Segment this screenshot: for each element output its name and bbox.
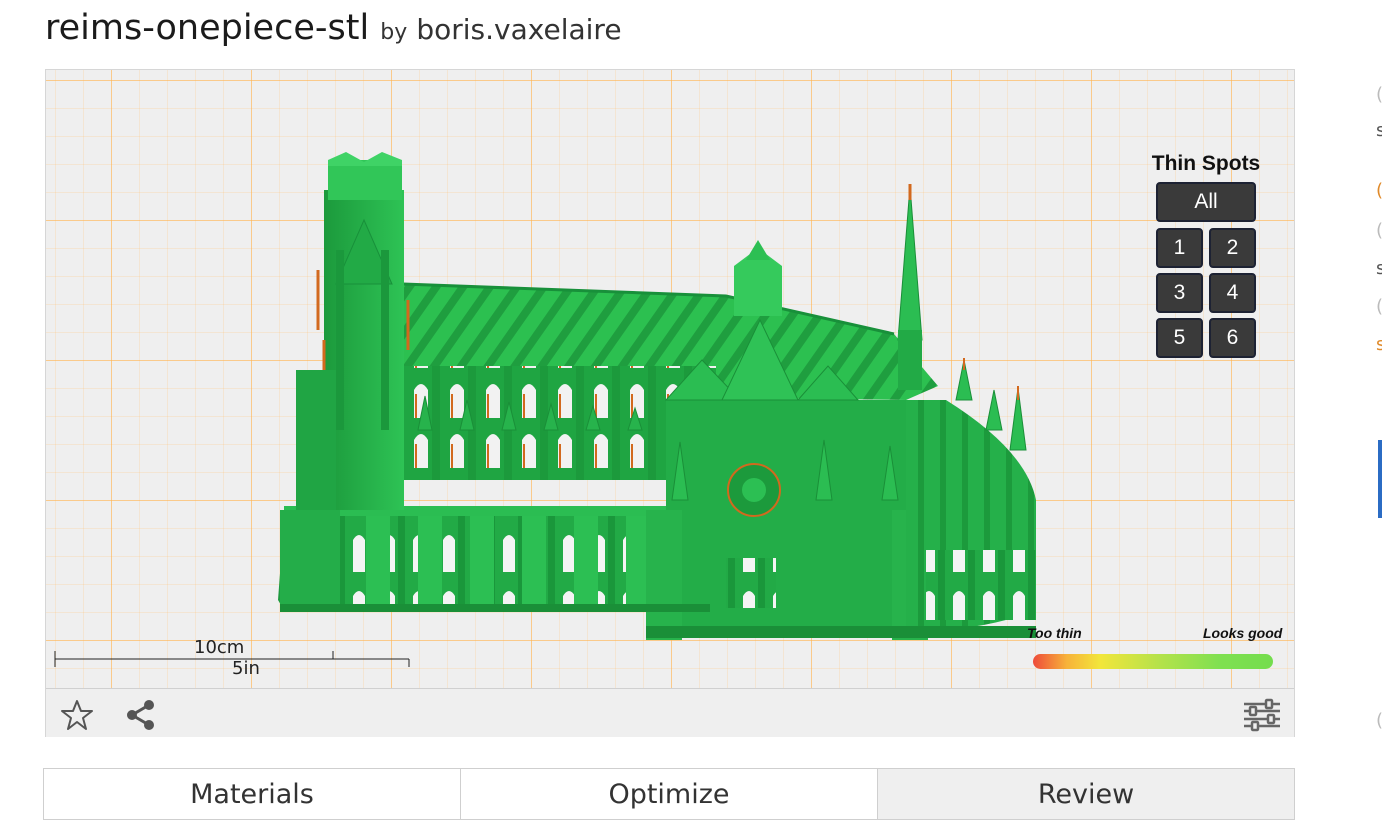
star-icon[interactable]: [60, 698, 94, 732]
tab-materials[interactable]: Materials: [44, 769, 461, 819]
thin-spot-3-button[interactable]: 3: [1156, 273, 1203, 313]
cathedral-model[interactable]: [46, 70, 1294, 688]
page-title: reims-onepiece-stl by boris.vaxelaire: [45, 8, 622, 48]
thickness-legend-bar: [1033, 654, 1273, 669]
thin-spot-5-button[interactable]: 5: [1156, 318, 1203, 358]
thin-spot-6-button[interactable]: 6: [1209, 318, 1256, 358]
legend-looks-good-label: Looks good: [1203, 625, 1283, 641]
workflow-tabs: Materials Optimize Review: [43, 768, 1295, 820]
thin-spots-panel: Thin Spots All 1 2 3 4 5 6: [1143, 152, 1269, 358]
model-viewer[interactable]: 10cm 5in Thin Spots All 1 2 3 4 5 6 Too …: [45, 69, 1295, 737]
tall-spire: [897, 185, 923, 341]
tab-review[interactable]: Review: [878, 769, 1294, 819]
thin-spot-1-button[interactable]: 1: [1156, 228, 1203, 268]
settings-sliders-icon[interactable]: [1242, 698, 1282, 732]
thin-spot-4-button[interactable]: 4: [1209, 273, 1256, 313]
scale-metric-label: 10cm: [194, 637, 245, 658]
author-link[interactable]: boris.vaxelaire: [416, 13, 621, 46]
viewer-toolbar: [46, 688, 1294, 737]
share-icon[interactable]: [124, 698, 158, 732]
tab-optimize[interactable]: Optimize: [461, 769, 878, 819]
model-name: reims-onepiece-stl: [45, 8, 370, 48]
viewer-canvas[interactable]: 10cm 5in Thin Spots All 1 2 3 4 5 6 Too …: [46, 70, 1294, 688]
by-label: by: [380, 20, 408, 45]
scale-imperial-label: 5in: [232, 658, 260, 679]
thin-spots-title: Thin Spots: [1151, 152, 1261, 175]
thin-spot-2-button[interactable]: 2: [1209, 228, 1256, 268]
thin-spot-all-button[interactable]: All: [1156, 182, 1256, 222]
legend-too-thin-label: Too thin: [1027, 625, 1082, 641]
